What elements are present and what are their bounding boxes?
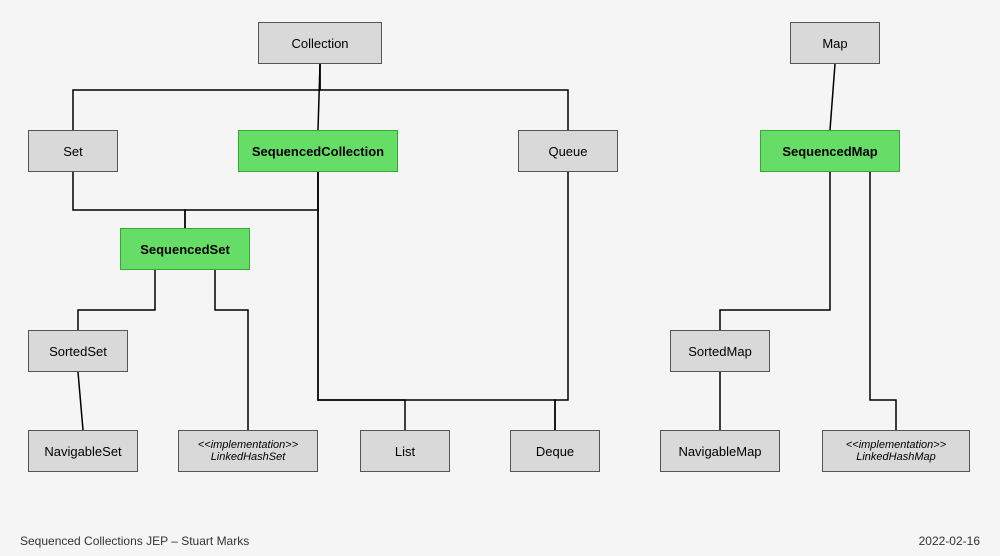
node-deque: Deque <box>510 430 600 472</box>
footer: Sequenced Collections JEP – Stuart Marks… <box>0 534 1000 548</box>
node-navigable-set: NavigableSet <box>28 430 138 472</box>
node-navigable-map: NavigableMap <box>660 430 780 472</box>
node-sequenced-map: SequencedMap <box>760 130 900 172</box>
footer-left: Sequenced Collections JEP – Stuart Marks <box>20 534 249 548</box>
node-sorted-map: SortedMap <box>670 330 770 372</box>
node-linked-hash-set: <<implementation>>LinkedHashSet <box>178 430 318 472</box>
node-map: Map <box>790 22 880 64</box>
node-sequenced-set: SequencedSet <box>120 228 250 270</box>
footer-right: 2022-02-16 <box>919 534 980 548</box>
node-list: List <box>360 430 450 472</box>
node-queue: Queue <box>518 130 618 172</box>
node-sorted-set: SortedSet <box>28 330 128 372</box>
node-set: Set <box>28 130 118 172</box>
diagram: Collection Map Set SequencedCollection Q… <box>0 0 1000 520</box>
node-collection: Collection <box>258 22 382 64</box>
node-linked-hash-map: <<implementation>>LinkedHashMap <box>822 430 970 472</box>
node-sequenced-collection: SequencedCollection <box>238 130 398 172</box>
